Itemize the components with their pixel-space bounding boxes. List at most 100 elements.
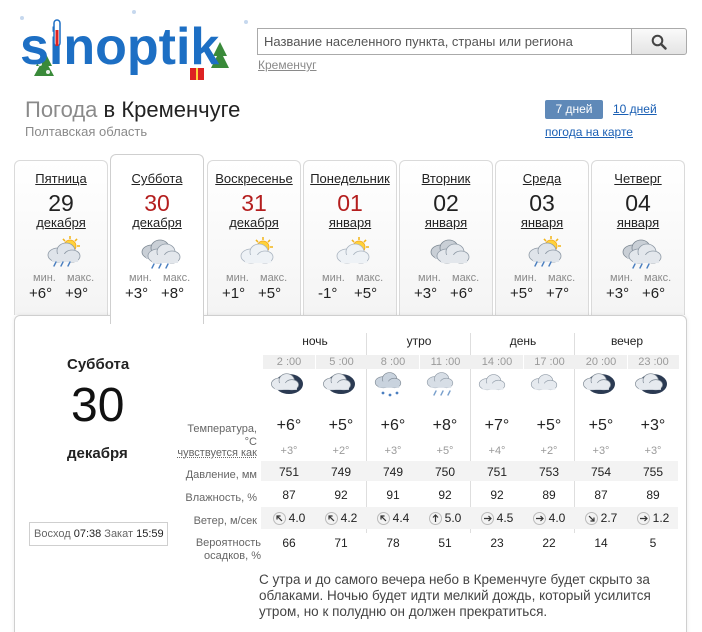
- row-label-feels: чувствуется как: [177, 447, 257, 459]
- cloud-icon: [523, 371, 575, 397]
- day-tab[interactable]: Понедельник 01 января мин. макс. -1° +5°: [303, 160, 397, 315]
- city-hint-link[interactable]: Кременчуг: [258, 58, 317, 72]
- day-tab[interactable]: Четверг 04 января мин. макс. +3° +6°: [591, 160, 685, 315]
- max-temp: +9°: [65, 285, 89, 302]
- day-tab-name: Воскресенье: [215, 171, 293, 186]
- row-label-wind: Ветер, м/сек: [193, 515, 257, 527]
- period-header: утро: [406, 334, 432, 348]
- wind-arrow-icon: [584, 512, 598, 526]
- site-logo[interactable]: sinoptik: [14, 6, 254, 84]
- min-label: мин.: [514, 272, 537, 284]
- tab-7-days[interactable]: 7 дней: [545, 100, 603, 119]
- cell-pressure: 751: [486, 465, 508, 479]
- sunrise-sunset: Восход 07:38 Закат 15:59: [29, 522, 168, 546]
- cell-temp: +5°: [328, 417, 354, 434]
- wind-arrow-icon: [376, 512, 390, 526]
- min-label: мин.: [33, 272, 56, 284]
- sun-cloud-rain-icon: [523, 236, 567, 270]
- period-header: ночь: [302, 334, 328, 348]
- cell-pressure: 750: [434, 465, 456, 479]
- wind-arrow-icon: [324, 512, 338, 526]
- day-tab-name: Понедельник: [310, 171, 390, 186]
- wind-arrow-icon: [272, 512, 286, 526]
- hour-label: 11 :00: [419, 355, 471, 369]
- search-input[interactable]: [257, 28, 632, 55]
- period-header: вечер: [610, 334, 644, 348]
- weather-map-link[interactable]: погода на карте: [545, 125, 633, 139]
- day-tab-number: 02: [433, 190, 459, 216]
- cell-temp: +3°: [640, 417, 666, 434]
- selected-day-name: Суббота: [67, 356, 130, 373]
- wind-arrow-icon: [480, 512, 494, 526]
- hour-label: 5 :00: [315, 355, 367, 369]
- day-tab[interactable]: Вторник 02 января мин. макс. +3° +6°: [399, 160, 493, 315]
- cell-precip: 14: [594, 536, 608, 550]
- max-label: макс.: [260, 272, 288, 284]
- search-button[interactable]: [631, 28, 687, 55]
- night-cloud-icon: [315, 371, 367, 397]
- cloud-icon: [427, 236, 471, 270]
- min-temp: +6°: [29, 285, 53, 302]
- cell-precip: 71: [334, 536, 348, 550]
- selected-day-number: 30: [71, 379, 125, 432]
- night-cloud-icon: [575, 371, 627, 397]
- cloud-rain-icon: [419, 371, 471, 397]
- min-temp: +3°: [414, 285, 438, 302]
- cell-pressure: 749: [330, 465, 352, 479]
- hour-label: 2 :00: [263, 355, 315, 369]
- logo-text: sinoptik: [20, 18, 219, 76]
- max-temp: +5°: [258, 285, 282, 302]
- day-tab-name: Пятница: [35, 171, 87, 186]
- tab-10-days[interactable]: 10 дней: [613, 102, 657, 116]
- min-temp: +3°: [606, 285, 630, 302]
- row-label-pressure: Давление, мм: [185, 469, 257, 481]
- day-tab[interactable]: Суббота 30 декабря мин. макс. +3° +8°: [110, 154, 204, 324]
- title-location: в Кременчуге: [103, 97, 241, 122]
- wind-cell: 5.0: [419, 511, 471, 526]
- forecast-description: С утра и до самого вечера небо в Кременч…: [259, 572, 651, 619]
- max-label: макс.: [452, 272, 480, 284]
- cell-humidity: 92: [490, 488, 504, 502]
- hour-label: 17 :00: [523, 355, 575, 369]
- day-tab-number: 31: [241, 190, 267, 216]
- cell-feels: +4°: [488, 445, 506, 457]
- wind-cell: 4.0: [263, 511, 315, 526]
- day-tab-name: Четверг: [614, 171, 662, 186]
- night-cloud-icon: [627, 371, 679, 397]
- day-tab-number: 04: [625, 190, 651, 216]
- sun-cloud-rain-icon: [42, 236, 86, 270]
- selected-day-month: декабря: [67, 445, 128, 462]
- title-weather-word: Погода: [25, 97, 98, 122]
- max-label: макс.: [548, 272, 576, 284]
- cloud-rain-icon: [138, 236, 182, 270]
- day-tab-name: Суббота: [131, 171, 183, 186]
- day-tab[interactable]: Воскресенье 31 декабря мин. макс. +1° +5…: [207, 160, 301, 315]
- row-label-temp: Температура, °C: [187, 423, 257, 448]
- day-tab[interactable]: Среда 03 января мин. макс. +5° +7°: [495, 160, 589, 315]
- min-label: мин.: [418, 272, 441, 284]
- wind-arrow-icon: [532, 512, 546, 526]
- cell-humidity: 89: [646, 488, 660, 502]
- max-label: макс.: [644, 272, 672, 284]
- day-tab-number: 03: [529, 190, 555, 216]
- cell-humidity: 92: [438, 488, 452, 502]
- cell-feels: +3°: [384, 445, 402, 457]
- cell-humidity: 87: [282, 488, 296, 502]
- cell-humidity: 92: [334, 488, 348, 502]
- day-tab-month: января: [520, 215, 564, 230]
- wind-cell: 4.5: [471, 511, 523, 526]
- day-tab-month: декабря: [36, 215, 86, 230]
- max-label: макс.: [163, 272, 191, 284]
- cell-temp: +8°: [432, 417, 458, 434]
- day-tab-month: декабря: [132, 215, 182, 230]
- day-tab[interactable]: Пятница 29 декабря мин. макс. +6° +9°: [14, 160, 108, 315]
- sunrise-time: 07:38: [73, 528, 102, 540]
- cell-temp: +7°: [484, 417, 510, 434]
- cell-precip: 66: [282, 536, 296, 550]
- max-temp: +7°: [546, 285, 570, 302]
- min-temp: -1°: [318, 285, 338, 302]
- day-tab-number: 30: [144, 190, 170, 216]
- hour-label: 14 :00: [471, 355, 523, 369]
- period-header: день: [509, 334, 537, 348]
- cell-humidity: 89: [542, 488, 556, 502]
